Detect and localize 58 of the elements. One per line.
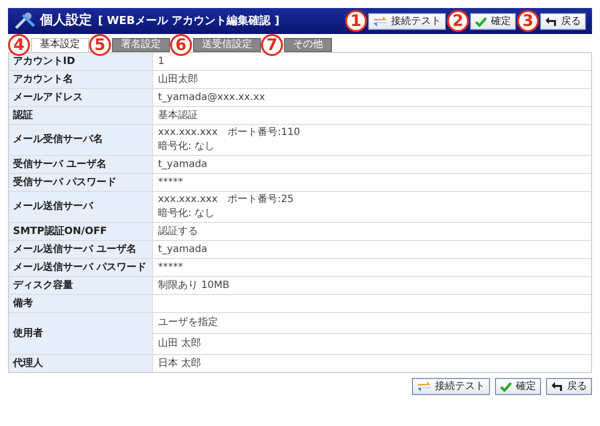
confirm-button[interactable]: 確定 (495, 378, 541, 395)
confirm-button[interactable]: 確定 (470, 12, 516, 30)
page-subtitle: [ WEBメール アカウント編集確認 ] (98, 12, 280, 29)
field-value: ***** (158, 176, 184, 188)
callout-number: 7 (261, 34, 283, 56)
page-title: 個人設定 (40, 12, 92, 30)
field-value: t_yamada (158, 158, 208, 170)
field-value: 日本 太郎 (158, 358, 202, 370)
tab[interactable]: 送受信設定 (193, 38, 261, 52)
field-value: xxx.xxx.xxx ポート番号:25 (158, 194, 295, 206)
back-button[interactable]: 戻る (546, 378, 592, 395)
connection-test-button[interactable]: 接続テスト (412, 378, 490, 395)
field-value: 基本認証 (158, 110, 199, 122)
field-label: 受信サーバ パスワード (13, 176, 116, 188)
field-value: t_yamada@xxx.xx.xx (158, 92, 266, 104)
back-button[interactable]: 戻る (540, 12, 586, 30)
callout-number: 3 (517, 10, 539, 32)
callout-number: 5 (89, 34, 111, 56)
field-value: t_yamada (158, 244, 208, 256)
callout-number: 2 (447, 10, 469, 32)
field-label: アカウント名 (13, 74, 73, 86)
tab[interactable]: その他 (284, 38, 332, 52)
tab[interactable]: 署名設定 (112, 38, 170, 52)
field-value: ***** (158, 262, 184, 274)
check-icon (475, 16, 487, 26)
callout-number: 6 (170, 34, 192, 56)
field-label: 受信サーバ ユーザ名 (13, 158, 106, 170)
field-value: 山田 太郎 (158, 338, 202, 349)
field-label: ディスク容量 (13, 280, 73, 292)
callout-number: 1 (345, 10, 367, 32)
field-label: メール送信サーバ パスワード (13, 262, 146, 274)
connection-test-button[interactable]: 接続テスト (368, 12, 446, 30)
field-value: 山田太郎 (158, 74, 199, 86)
field-label: 代理人 (13, 358, 43, 370)
field-label: メール送信サーバ ユーザ名 (13, 244, 136, 256)
field-label: メール受信サーバ名 (13, 134, 103, 146)
back-arrow-icon (545, 16, 557, 26)
field-label: メール送信サーバ (13, 201, 93, 213)
check-icon (500, 381, 512, 392)
field-label: 備考 (13, 298, 33, 310)
field-value: xxx.xxx.xxx ポート番号:110 (158, 127, 302, 139)
field-value: 制限あり 10MB (158, 280, 230, 292)
field-label: 使用者 (13, 328, 43, 340)
tab[interactable]: 基本設定 (31, 38, 89, 52)
field-value: ユーザを指定 (158, 317, 218, 328)
field-value: 認証する (158, 226, 199, 238)
field-label: SMTP認証ON/OFF (13, 226, 107, 238)
field-label: メールアドレス (13, 92, 83, 104)
field-value: 暗号化: なし (158, 208, 216, 220)
field-label: 認証 (13, 110, 33, 122)
back-arrow-icon (551, 381, 563, 392)
callout-number: 4 (8, 34, 30, 56)
field-label: アカウントID (13, 56, 76, 68)
arrows-icon (373, 16, 387, 26)
tools-icon (14, 12, 36, 30)
field-value: 暗号化: なし (158, 141, 216, 153)
arrows-icon (417, 381, 431, 392)
field-value: 1 (158, 56, 166, 68)
